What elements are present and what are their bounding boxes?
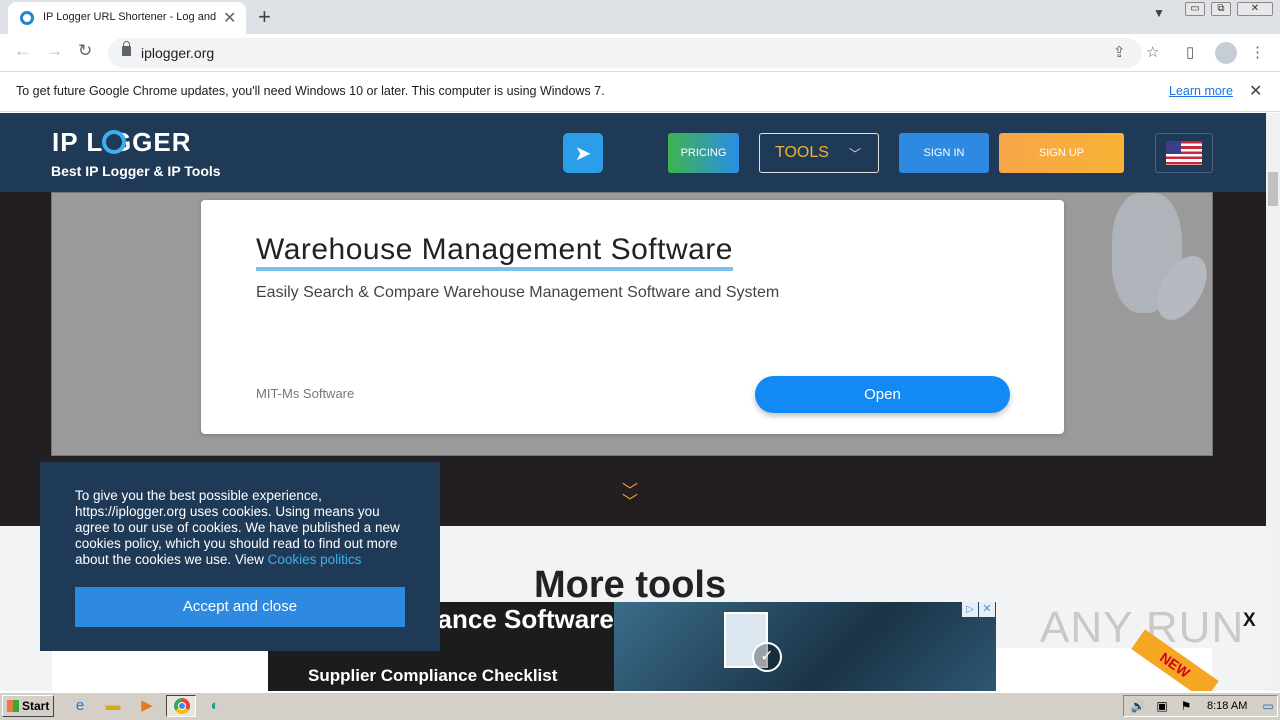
scroll-down-chevron-icon[interactable]: ﹀ ﹀: [622, 484, 638, 511]
media-player-icon[interactable]: ▶: [136, 696, 158, 716]
cookie-consent-dialog: To give you the best possible experience…: [40, 462, 440, 651]
windows-logo-icon: [7, 700, 19, 712]
infobar-close-icon[interactable]: ✕: [1249, 81, 1262, 101]
us-flag-icon: [1166, 141, 1202, 165]
language-selector[interactable]: [1155, 133, 1213, 173]
more-tools-heading: More tools: [534, 564, 727, 606]
back-arrow-icon[interactable]: ←: [14, 41, 31, 61]
lock-icon[interactable]: [122, 41, 131, 56]
site-tagline: Best IP Logger & IP Tools: [51, 163, 221, 179]
ad-brand: MIT-Ms Software: [256, 386, 355, 401]
edge-icon[interactable]: ◐: [204, 696, 226, 716]
ad-dismiss-x[interactable]: X: [1243, 610, 1256, 632]
tab-title: IP Logger URL Shortener - Log and T: [43, 11, 218, 23]
bookmark-star-icon[interactable]: ☆: [1146, 43, 1159, 61]
pricing-button[interactable]: PRICING: [668, 133, 739, 173]
cookies-politics-link[interactable]: Cookies politics: [268, 552, 362, 567]
banner-ad-image: ✓: [614, 602, 996, 691]
scrollbar-thumb[interactable]: [1268, 172, 1278, 206]
chrome-icon-center: [178, 702, 186, 710]
learn-more-link[interactable]: Learn more: [1169, 84, 1233, 98]
ad-close-icon[interactable]: ✕: [979, 602, 995, 617]
ad-open-button[interactable]: Open: [755, 376, 1010, 413]
favicon-icon: [20, 11, 34, 25]
ad-title[interactable]: Warehouse Management Software: [256, 233, 733, 271]
telegram-button[interactable]: ➤: [563, 133, 603, 173]
ad-card[interactable]: Warehouse Management Software Easily Sea…: [201, 200, 1064, 434]
volume-icon[interactable]: 🔊: [1127, 696, 1149, 716]
sign-up-button[interactable]: SIGN UP: [999, 133, 1124, 173]
sign-in-button[interactable]: SIGN IN: [899, 133, 989, 173]
url-text[interactable]: iplogger.org: [141, 45, 214, 61]
side-panel-icon[interactable]: ▯: [1186, 43, 1194, 61]
close-window-button[interactable]: ✕: [1237, 2, 1273, 16]
reload-icon[interactable]: ↻: [78, 41, 92, 61]
telegram-icon: ➤: [574, 143, 592, 165]
logo-eye-icon: [102, 130, 126, 154]
new-tab-button[interactable]: +: [258, 4, 271, 30]
tab-close-icon[interactable]: ✕: [223, 8, 236, 28]
tools-dropdown[interactable]: TOOLS ﹀: [759, 133, 879, 173]
ad-description: Easily Search & Compare Warehouse Manage…: [256, 284, 780, 301]
flag-canton: [1166, 141, 1181, 154]
site-header: IP L GGER Best IP Logger & IP Tools ➤ PR…: [0, 113, 1266, 192]
start-label: Start: [22, 699, 50, 713]
network-icon[interactable]: ▣: [1151, 696, 1173, 716]
checkmark-icon: ✓: [752, 642, 782, 672]
cookie-message: To give you the best possible experience…: [75, 488, 415, 568]
ie-icon[interactable]: e: [69, 696, 91, 716]
share-icon[interactable]: ⇪: [1113, 43, 1126, 61]
forward-arrow-icon[interactable]: →: [46, 41, 63, 61]
page-viewport: IP L GGER Best IP Logger & IP Tools ➤ PR…: [0, 113, 1266, 691]
profile-avatar-icon[interactable]: [1215, 42, 1237, 64]
menu-kebab-icon[interactable]: ⋮: [1250, 43, 1265, 61]
infobar-message: To get future Google Chrome updates, you…: [16, 84, 605, 98]
tab-search-chevron-icon[interactable]: ▼: [1153, 6, 1165, 20]
address-bar[interactable]: [108, 38, 1142, 68]
adchoices-icon[interactable]: ▷: [962, 602, 978, 617]
explorer-folder-icon[interactable]: ▬: [102, 696, 124, 716]
action-center-flag-icon[interactable]: ⚑: [1175, 696, 1197, 716]
browser-tab[interactable]: IP Logger URL Shortener - Log and T ✕: [8, 2, 246, 34]
accept-and-close-button[interactable]: Accept and close: [75, 587, 405, 627]
chevron-down-icon: ﹀: [849, 147, 862, 161]
tools-label: TOOLS: [775, 144, 829, 161]
taskbar-chrome-button[interactable]: [166, 695, 196, 717]
chrome-icon: [174, 698, 190, 714]
show-desktop-icon[interactable]: ▭: [1257, 696, 1279, 716]
banner-ad-subline: Supplier Compliance Checklist: [308, 666, 558, 685]
start-button[interactable]: Start: [2, 695, 54, 717]
restore-button[interactable]: ⧉: [1211, 2, 1231, 16]
minimize-button[interactable]: ▭: [1185, 2, 1205, 16]
taskbar-clock[interactable]: 8:18 AM: [1207, 700, 1247, 712]
